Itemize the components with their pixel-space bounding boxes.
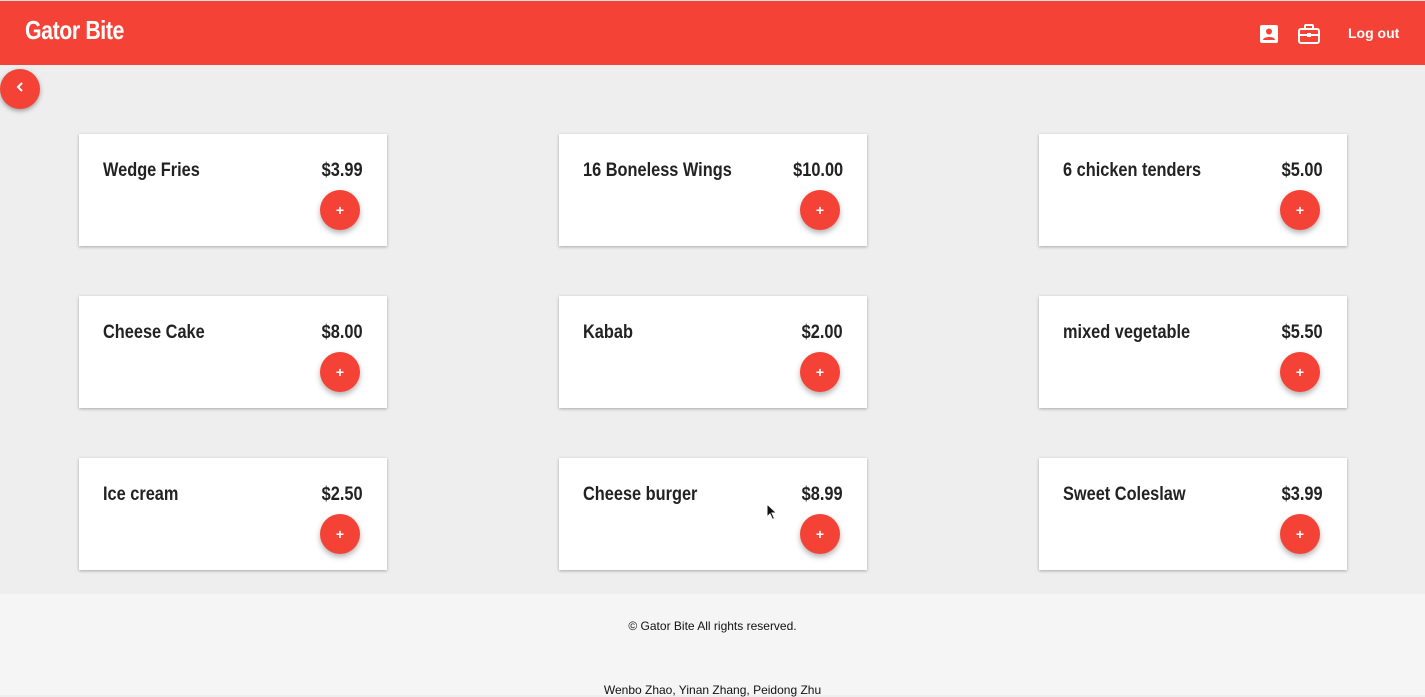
item-name: Cheese Cake <box>103 322 205 343</box>
menu-item-card: Sweet Coleslaw $3.99 + <box>1039 458 1347 570</box>
item-name: 6 chicken tenders <box>1063 160 1202 181</box>
add-to-cart-button[interactable]: + <box>1280 190 1320 230</box>
item-price: $5.00 <box>1282 160 1323 181</box>
menu-item-card: Wedge Fries $3.99 + <box>79 134 387 246</box>
menu-item-card: Cheese burger $8.99 + <box>559 458 867 570</box>
item-price: $3.99 <box>322 160 363 181</box>
add-to-cart-button[interactable]: + <box>320 190 360 230</box>
item-name: mixed vegetable <box>1063 322 1191 343</box>
item-price: $10.00 <box>793 160 843 181</box>
mouse-cursor-icon <box>766 503 778 521</box>
add-to-cart-button[interactable]: + <box>1280 352 1320 392</box>
item-name: Sweet Coleslaw <box>1063 484 1186 505</box>
add-to-cart-button[interactable]: + <box>320 514 360 554</box>
menu-grid: Wedge Fries $3.99 + 16 Boneless Wings $1… <box>0 0 1425 695</box>
menu-item-card: Ice cream $2.50 + <box>79 458 387 570</box>
add-to-cart-button[interactable]: + <box>320 352 360 392</box>
item-name: Cheese burger <box>583 484 698 505</box>
copyright-text: © Gator Bite All rights reserved. <box>628 619 797 633</box>
item-name: 16 Boneless Wings <box>583 160 732 181</box>
menu-item-card: Cheese Cake $8.00 + <box>79 296 387 408</box>
add-to-cart-button[interactable]: + <box>1280 514 1320 554</box>
add-to-cart-button[interactable]: + <box>800 514 840 554</box>
item-name: Kabab <box>583 322 633 343</box>
item-price: $2.00 <box>802 322 843 343</box>
menu-item-card: 6 chicken tenders $5.00 + <box>1039 134 1347 246</box>
item-price: $2.50 <box>322 484 363 505</box>
item-price: $8.99 <box>802 484 843 505</box>
menu-item-card: 16 Boneless Wings $10.00 + <box>559 134 867 246</box>
page-footer: © Gator Bite All rights reserved. Wenbo … <box>0 594 1425 697</box>
menu-item-card: mixed vegetable $5.50 + <box>1039 296 1347 408</box>
item-price: $3.99 <box>1282 484 1323 505</box>
item-name: Wedge Fries <box>103 160 200 181</box>
item-name: Ice cream <box>103 484 179 505</box>
item-price: $5.50 <box>1282 322 1323 343</box>
menu-item-card: Kabab $2.00 + <box>559 296 867 408</box>
item-price: $8.00 <box>322 322 363 343</box>
add-to-cart-button[interactable]: + <box>800 190 840 230</box>
add-to-cart-button[interactable]: + <box>800 352 840 392</box>
